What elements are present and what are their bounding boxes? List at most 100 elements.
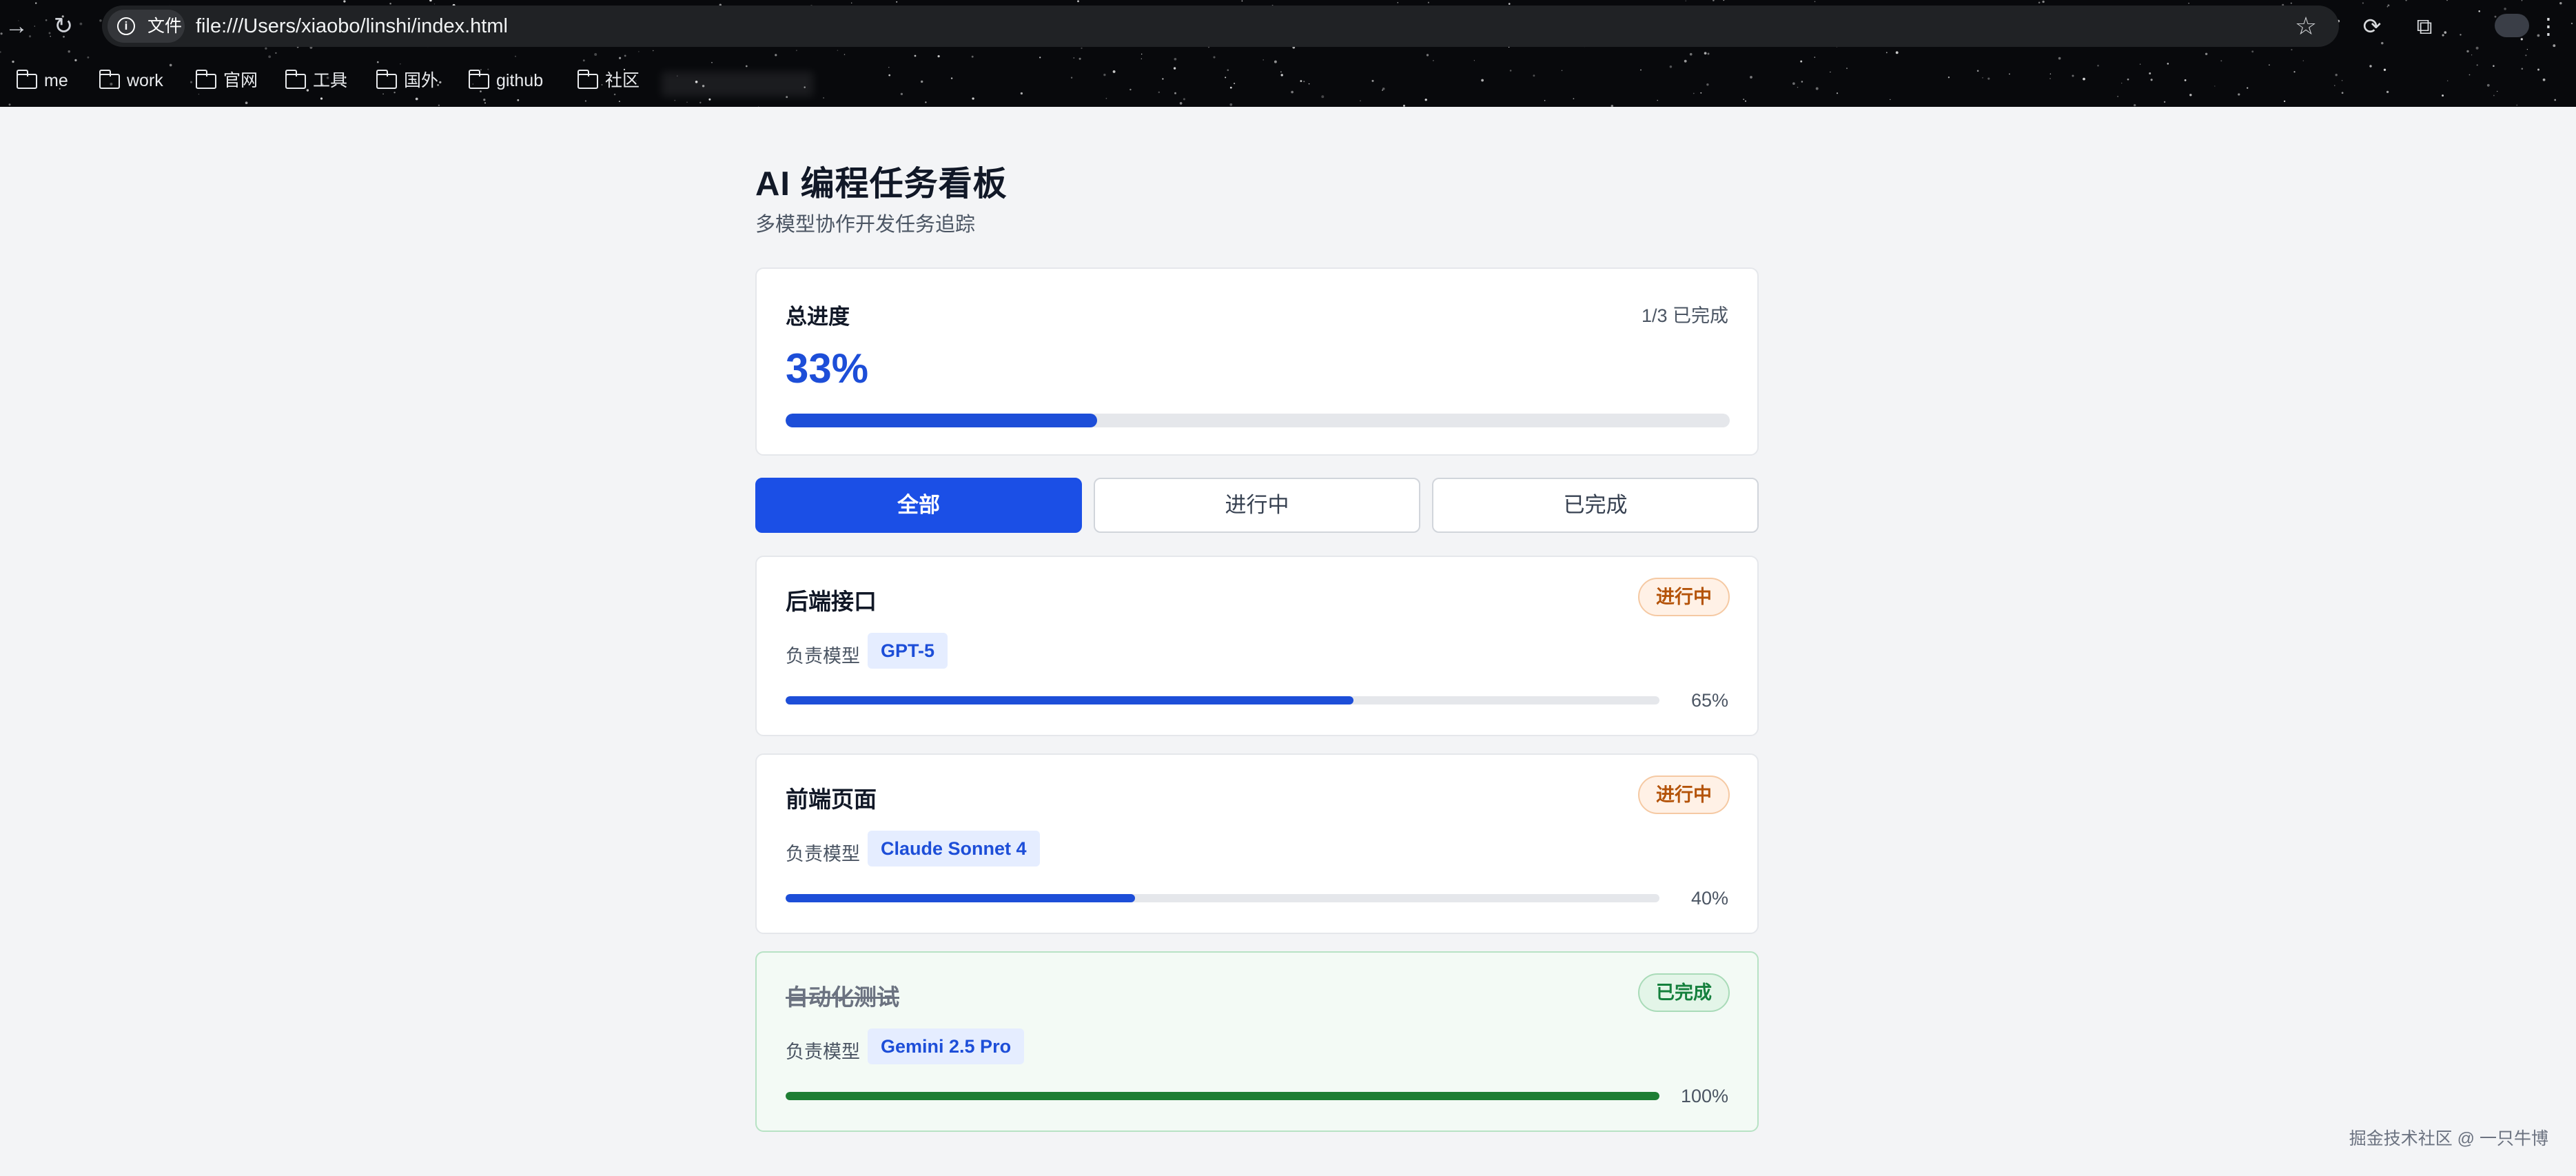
task-progress-fill xyxy=(786,696,1354,704)
star-dot xyxy=(8,103,11,106)
star-dot xyxy=(1382,88,1385,90)
star-dot xyxy=(1112,70,1116,73)
task-card[interactable]: 自动化测试 已完成 负责模型 Gemini 2.5 Pro 100% xyxy=(755,951,1759,1132)
star-dot xyxy=(1079,57,1081,60)
star-dot xyxy=(1263,59,1264,61)
star-dot xyxy=(1173,67,1176,70)
star-dot xyxy=(1836,92,1839,94)
info-icon: i xyxy=(117,17,135,35)
overall-progress-card: 总进度 1/3 已完成 33% xyxy=(755,267,1759,456)
star-dot xyxy=(937,55,940,58)
task-percent: 65% xyxy=(1690,690,1728,711)
star-dot xyxy=(775,54,777,57)
star-dot xyxy=(1183,98,1185,101)
star-dot xyxy=(2335,74,2338,77)
star-dot xyxy=(920,80,923,83)
star-dot xyxy=(2468,74,2471,76)
star-dot xyxy=(2516,104,2518,106)
bookmark-folder[interactable]: 国外 xyxy=(376,63,438,98)
star-dot xyxy=(2442,94,2444,97)
overall-progress-bar xyxy=(786,414,1730,427)
bookmark-star-icon[interactable]: ☆ xyxy=(2289,10,2322,43)
filter-completed-button[interactable]: 已完成 xyxy=(1432,478,1759,533)
bookmark-label: 工具 xyxy=(313,71,348,90)
menu-icon[interactable]: ⋮ xyxy=(2532,10,2565,43)
back-arrow-icon[interactable]: → xyxy=(0,10,33,43)
star-dot xyxy=(2150,79,2153,81)
bookmark-folder[interactable]: github xyxy=(468,63,543,98)
star-dot xyxy=(1162,78,1164,80)
star-dot xyxy=(2386,90,2389,94)
star-dot xyxy=(1291,90,1294,94)
star-dot xyxy=(1227,69,1229,72)
task-title: 前端页面 xyxy=(786,787,877,812)
bookmark-folder[interactable]: 工具 xyxy=(285,63,347,98)
star-dot xyxy=(1424,99,1427,101)
star-dot xyxy=(415,97,418,101)
star-dot xyxy=(1174,92,1176,94)
star-dot xyxy=(1280,71,1282,73)
folder-icon xyxy=(577,70,598,89)
star-dot xyxy=(1573,98,1575,99)
star-dot xyxy=(268,55,272,59)
star-dot xyxy=(1274,60,1277,63)
folder-icon xyxy=(16,70,37,89)
folder-icon xyxy=(195,70,216,89)
task-title: 后端接口 xyxy=(786,589,877,614)
star-dot xyxy=(514,55,517,57)
address-bar[interactable]: i 文件 file:///Users/xiaobo/linshi/index.h… xyxy=(102,6,2339,47)
star-dot xyxy=(2537,68,2539,71)
reload-icon[interactable]: ↻ xyxy=(47,10,80,43)
filter-all-button[interactable]: 全部 xyxy=(755,478,1082,533)
bookmark-folder[interactable]: 官网 xyxy=(195,63,258,98)
star-dot xyxy=(1689,52,1693,56)
star-dot xyxy=(1308,83,1310,85)
star-dot xyxy=(1801,81,1803,83)
star-dot xyxy=(1706,83,1709,86)
task-progress-bar xyxy=(786,696,1659,704)
model-label: 负责模型 xyxy=(786,646,860,667)
star-dot xyxy=(1640,69,1642,71)
star-dot xyxy=(517,99,520,101)
bookmark-folder[interactable]: work xyxy=(99,63,163,98)
star-dot xyxy=(2293,71,2296,73)
star-dot xyxy=(1229,103,1233,106)
model-label: 负责模型 xyxy=(786,844,860,864)
bookmark-label: 国外 xyxy=(404,71,439,90)
star-dot xyxy=(1039,57,1041,59)
task-card[interactable]: 前端页面 进行中 负责模型 Claude Sonnet 4 40% xyxy=(755,753,1759,934)
star-dot xyxy=(1481,79,1484,82)
bookmark-folder[interactable]: 社区 xyxy=(577,63,640,98)
profile-avatar[interactable] xyxy=(2495,14,2529,37)
star-dot xyxy=(87,56,90,59)
star-dot xyxy=(2189,94,2192,97)
star-dot xyxy=(2341,80,2343,81)
star-dot xyxy=(1509,70,1512,72)
star-dot xyxy=(2476,64,2478,66)
star-dot xyxy=(1700,92,1702,94)
star-dot xyxy=(925,101,927,103)
url-text[interactable]: file:///Users/xiaobo/linshi/index.html xyxy=(196,6,508,47)
filter-in-progress-button[interactable]: 进行中 xyxy=(1094,478,1420,533)
star-dot xyxy=(1300,80,1302,83)
star-dot xyxy=(1382,89,1384,91)
site-info-chip[interactable]: i 文件 xyxy=(108,10,185,43)
task-card[interactable]: 后端接口 进行中 负责模型 GPT-5 65% xyxy=(755,556,1759,736)
status-badge: 进行中 xyxy=(1638,578,1730,616)
filter-tabs: 全部 进行中 已完成 xyxy=(755,478,1759,533)
star-dot xyxy=(2058,57,2061,60)
model-tag: Gemini 2.5 Pro xyxy=(868,1028,1025,1064)
star-dot xyxy=(708,98,711,101)
star-dot xyxy=(971,55,974,58)
star-dot xyxy=(582,59,585,62)
star-dot xyxy=(914,54,917,57)
star-dot xyxy=(618,101,620,103)
star-dot xyxy=(2238,93,2240,96)
bookmark-folder[interactable]: me xyxy=(16,63,68,98)
star-dot xyxy=(275,52,277,54)
bookmark-label: work xyxy=(127,71,163,90)
extension-icon[interactable]: ⟳ xyxy=(2355,10,2389,43)
star-dot xyxy=(950,77,953,79)
star-dot xyxy=(1371,79,1374,82)
puzzle-icon[interactable]: ⧉ xyxy=(2408,10,2441,43)
